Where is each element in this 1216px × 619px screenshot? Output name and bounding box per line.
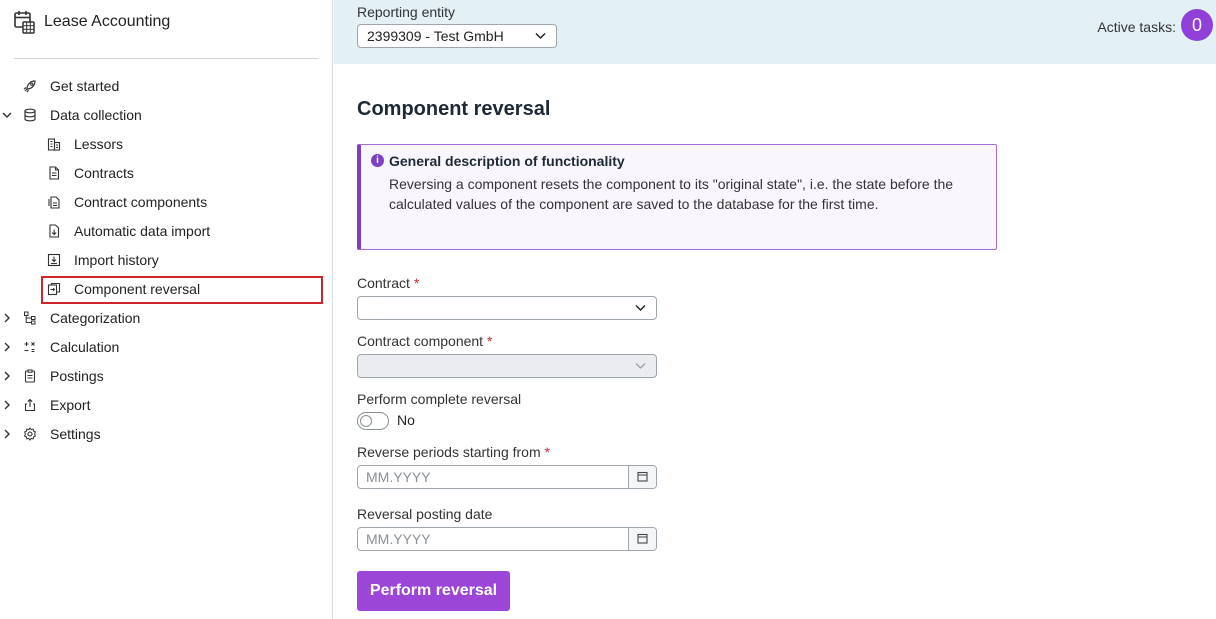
page-title: Component reversal [357,98,551,120]
sidebar-item-label: Calculation [50,339,120,355]
contract-component-select[interactable] [357,354,657,378]
chevron-right-icon[interactable] [1,428,13,440]
chevron-right-icon[interactable] [1,312,13,324]
active-tasks-label: Active tasks: [1097,19,1176,35]
calendar-icon [637,533,648,544]
posting-date-label: Reversal posting date [357,506,493,522]
sidebar-item-settings[interactable]: Settings [0,420,333,449]
reverse-from-field [357,465,657,489]
sidebar-item-label: Get started [50,78,120,94]
document-icon [49,166,60,180]
complete-reversal-label: Perform complete reversal [357,391,522,407]
swap-document-icon [47,282,61,296]
sidebar-item-postings[interactable]: Postings [0,362,333,391]
contract-label-text: Contract [357,275,410,291]
info-text: Reversing a component resets the compone… [389,176,954,212]
chevron-down-icon [635,304,646,312]
contract-component-label: Contract component * [357,333,492,349]
active-tasks-badge[interactable]: 0 [1181,9,1213,41]
download-box-icon [47,253,61,267]
sidebar-item-categorization[interactable]: Categorization [0,304,333,333]
sidebar-item-label: Settings [50,426,101,442]
contract-select[interactable] [357,296,657,320]
calendar-grid-icon [14,11,35,34]
toggle-knob [360,415,372,427]
sidebar-item-label: Contracts [74,165,134,181]
contract-component-label-text: Contract component [357,333,484,349]
sidebar-item-label: Contract components [74,194,208,210]
sidebar-item-component-reversal[interactable]: Component reversal [0,275,333,304]
file-import-icon [49,224,60,238]
info-callout: i General description of functionality R… [357,144,997,250]
chevron-right-icon[interactable] [1,341,13,353]
reverse-from-label: Reverse periods starting from * [357,444,550,460]
sidebar-item-label: Automatic data import [74,223,211,239]
reverse-from-label-text: Reverse periods starting from [357,444,541,460]
posting-date-input[interactable] [358,528,628,550]
clipboard-icon [24,369,36,383]
sidebar-item-contract-components[interactable]: Contract components [0,188,333,217]
chevron-down-icon [635,363,646,369]
sidebar-divider [14,58,318,59]
sidebar-item-label: Postings [50,368,104,384]
calendar-icon [637,471,648,482]
sidebar-item-export[interactable]: Export [0,391,333,420]
calculator-ops-icon [24,342,35,353]
sidebar-item-label: Categorization [50,310,141,326]
sidebar-nav: Get started Data collection Lessors Cont… [0,72,333,449]
complete-reversal-state: No [397,412,415,428]
chevron-down-icon[interactable] [1,109,13,121]
reverse-from-input[interactable] [358,466,628,488]
contract-label: Contract * [357,275,419,291]
hierarchy-icon [24,311,36,325]
complete-reversal-toggle[interactable] [357,412,389,430]
building-icon [47,138,61,151]
rocket-icon [23,80,36,93]
sidebar-item-data-collection[interactable]: Data collection [0,101,333,130]
required-marker: * [544,444,550,460]
sidebar-item-label: Export [50,397,91,413]
posting-date-field [357,527,657,551]
sidebar-item-contracts[interactable]: Contracts [0,159,333,188]
documents-icon [48,196,60,209]
share-upload-icon [24,398,36,412]
reporting-entity-label: Reporting entity [357,4,456,20]
perform-reversal-button[interactable]: Perform reversal [357,571,510,611]
sidebar-item-lessors[interactable]: Lessors [0,130,333,159]
chevron-right-icon[interactable] [1,399,13,411]
sidebar-item-calculation[interactable]: Calculation [0,333,333,362]
calendar-button[interactable] [628,528,656,550]
chevron-right-icon[interactable] [1,370,13,382]
reporting-entity-value: 2399309 - Test GmbH [367,28,504,44]
required-marker: * [486,333,493,349]
chevron-down-icon [535,32,546,40]
sidebar-item-label: Lessors [74,136,124,152]
calendar-button[interactable] [628,466,656,488]
sidebar-item-get-started[interactable]: Get started [0,72,333,101]
info-title: General description of functionality [389,153,625,169]
sidebar: Lease Accounting Get started Data collec… [0,0,333,619]
app-header[interactable]: Lease Accounting [14,10,170,34]
reporting-entity-select[interactable]: 2399309 - Test GmbH [357,24,557,48]
sidebar-item-label: Import history [74,252,159,268]
topbar: Reporting entity 2399309 - Test GmbH Act… [334,0,1216,64]
sidebar-item-label: Component reversal [74,281,201,297]
sidebar-item-label: Data collection [50,107,142,123]
sidebar-item-import-history[interactable]: Import history [0,246,333,275]
database-icon [24,108,36,122]
required-marker: * [413,275,420,291]
sidebar-item-automatic-data-import[interactable]: Automatic data import [0,217,333,246]
app-title: Lease Accounting [44,13,171,30]
gear-icon [23,427,37,441]
info-icon: i [371,154,384,167]
